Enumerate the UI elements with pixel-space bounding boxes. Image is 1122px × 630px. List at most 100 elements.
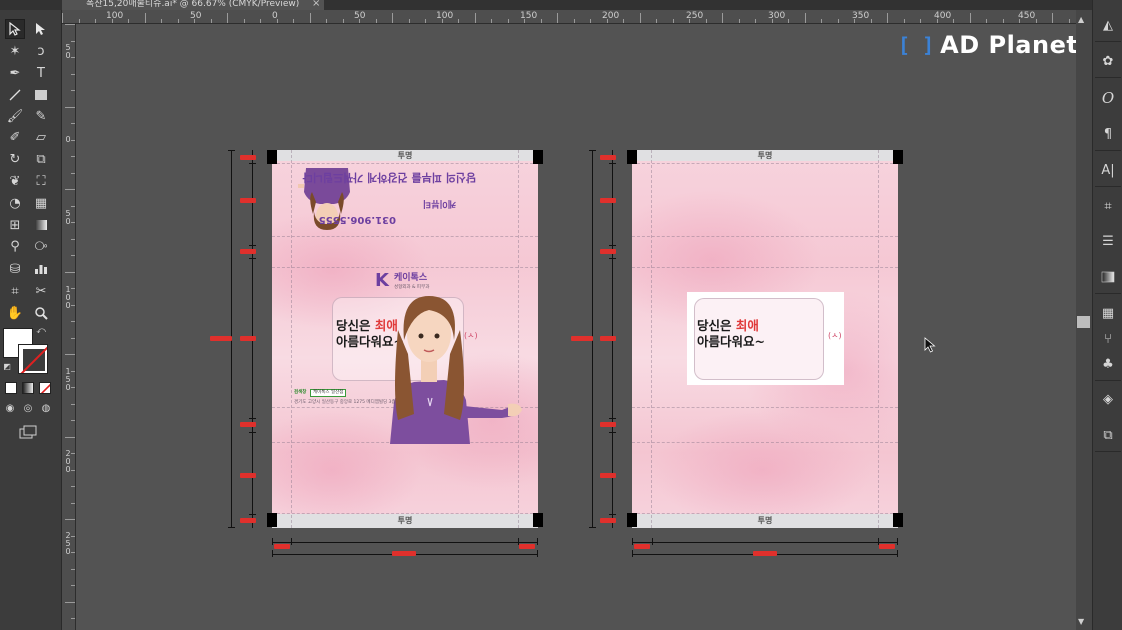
ad-planet-logo: [ ] AD Planet	[898, 31, 1078, 59]
dimension-tick	[609, 418, 616, 419]
ruler-tick	[491, 19, 492, 23]
layers-icon[interactable]: ◈	[1098, 389, 1118, 409]
scrollbar-thumb[interactable]	[1077, 316, 1090, 328]
transform-icon[interactable]: ⌗	[1098, 196, 1118, 216]
scale-tool-icon[interactable]: ⧉	[31, 149, 51, 169]
zoom-tool-icon[interactable]	[31, 303, 51, 323]
opentype-icon[interactable]: O	[1098, 88, 1118, 108]
artboard-tool-icon[interactable]: ⌗	[5, 281, 25, 301]
ruler-tick	[71, 404, 75, 405]
scroll-down-icon[interactable]: ▼	[1078, 618, 1084, 626]
guide-line	[632, 407, 898, 408]
align-icon[interactable]: ☰	[1098, 231, 1118, 251]
ruler-tick	[112, 19, 113, 23]
ruler-tick	[1003, 19, 1004, 23]
warp-tool-icon[interactable]: ❦	[5, 171, 25, 191]
ruler-tick	[65, 354, 75, 355]
ruler-tick	[95, 19, 96, 23]
pen-tool-icon[interactable]: ✒	[5, 63, 25, 83]
ruler-tick	[277, 19, 278, 23]
artboard-back[interactable]: 투명 투명 당신은 최애 아름다워요~ (ㅅ)	[632, 150, 898, 528]
selection-tool-icon[interactable]	[5, 19, 25, 39]
line-tool-icon[interactable]	[5, 85, 25, 105]
vertical-ruler[interactable]: 5 0 0 5 0 1 0 0 1 5 0 2 0 0 2 5 0	[62, 24, 76, 630]
color-mode-icon[interactable]	[5, 382, 17, 394]
type-tool-icon[interactable]: T	[31, 63, 51, 83]
brushes-icon[interactable]: ⑂	[1098, 329, 1118, 349]
draw-normal-icon[interactable]: ◉	[3, 402, 17, 416]
artboards-icon[interactable]: ⧉	[1098, 425, 1118, 445]
artboard-front[interactable]: 투명 투명 당신의 피부를 건강하게 가꿔드립니다 031.906.5555 케…	[272, 150, 538, 528]
eraser-tool-icon[interactable]: ▱	[31, 127, 51, 147]
vertical-scrollbar[interactable]: ▲ ▼	[1076, 10, 1092, 630]
paintbrush-tool-icon[interactable]: 🖌	[5, 106, 25, 126]
ruler-tick	[71, 206, 75, 207]
hand-tool-icon[interactable]: ✋	[5, 303, 25, 323]
swatches-icon[interactable]: ▦	[1098, 303, 1118, 323]
scroll-up-icon[interactable]: ▲	[1078, 16, 1084, 24]
column-graph-tool-icon[interactable]	[31, 259, 51, 279]
draw-inside-icon[interactable]: ◍	[39, 402, 53, 416]
logo-text: AD Planet	[940, 31, 1079, 59]
blend-tool-icon[interactable]: ⧂	[31, 236, 51, 256]
close-tab-icon[interactable]: ×	[312, 0, 320, 9]
gradient-icon[interactable]	[1098, 267, 1118, 287]
direct-selection-tool-icon[interactable]	[31, 19, 51, 39]
ruler-tick	[722, 13, 723, 23]
ruler-tick	[310, 13, 311, 23]
free-transform-tool-icon[interactable]: ⛶	[31, 171, 51, 191]
slice-tool-icon[interactable]: ✂	[31, 281, 51, 301]
perspective-grid-tool-icon[interactable]: ▦	[31, 193, 51, 213]
pencil-tool-icon[interactable]: ✎	[31, 106, 51, 126]
paragraph-icon[interactable]: ¶	[1098, 124, 1118, 144]
eyedropper-tool-icon[interactable]: ⚲	[5, 236, 25, 256]
mesh-tool-icon[interactable]: ⊞	[5, 215, 25, 235]
magic-wand-tool-icon[interactable]: ✶	[5, 41, 25, 61]
dimension-tick	[249, 432, 256, 433]
gradient-mode-icon[interactable]	[22, 382, 34, 394]
ruler-tick	[71, 222, 75, 223]
color-palette-icon[interactable]: ✿	[1098, 51, 1118, 71]
ruler-tick	[71, 503, 75, 504]
ruler-tick	[376, 19, 377, 23]
guide-line	[632, 442, 898, 443]
none-mode-icon[interactable]	[39, 382, 51, 394]
document-tab[interactable]: 폭찬15,20매물티슈.ai* @ 66.67% (CMYK/Preview)	[62, 0, 324, 10]
dimension-tick	[589, 527, 596, 528]
dimension-tick	[249, 258, 256, 259]
slogan-line-2: 아름다워요~	[697, 334, 765, 349]
symbols-icon[interactable]: ♣	[1098, 354, 1118, 374]
tools-panel: ✶ ↄ ✒ T 🖌 ✎ ✐ ▱ ↻ ⧉ ❦ ⛶ ◔ ▦ ⊞ ⚲ ⧂ ⛁ ⌗ ✂ …	[0, 10, 62, 630]
dimension-marker	[519, 544, 535, 549]
slogan-text: 당신은	[697, 318, 736, 333]
screen-mode-icon[interactable]	[17, 424, 39, 440]
symbol-sprayer-tool-icon[interactable]: ⛁	[5, 259, 25, 279]
horizontal-ruler[interactable]: 100 50 0 50 100 150 200 250 300 350 400 …	[62, 10, 1092, 24]
ruler-tick	[409, 19, 410, 23]
ruler-tick	[541, 19, 542, 23]
ruler-tick	[904, 19, 905, 23]
swap-colors-icon[interactable]: ⤺	[36, 326, 46, 336]
guide-line	[272, 236, 538, 237]
blob-brush-tool-icon[interactable]: ✐	[5, 127, 25, 147]
ruler-label: 1 0 0	[65, 285, 71, 310]
color-guide-icon[interactable]: ◭	[1098, 15, 1118, 35]
ruler-tick	[71, 585, 75, 586]
gradient-tool-icon[interactable]	[31, 215, 51, 235]
dimension-tick	[537, 550, 538, 557]
ruler-tick	[475, 13, 476, 23]
dimension-tick	[609, 514, 616, 515]
ruler-tick	[1052, 13, 1053, 23]
character-icon[interactable]: A|	[1098, 160, 1118, 180]
ruler-label: 200	[602, 11, 620, 21]
ruler-tick	[71, 453, 75, 454]
rotate-tool-icon[interactable]: ↻	[5, 149, 25, 169]
draw-behind-icon[interactable]: ◎	[21, 402, 35, 416]
stroke-color-swatch[interactable]	[18, 344, 48, 374]
rectangle-tool-icon[interactable]	[31, 85, 51, 105]
ruler-tick	[71, 156, 75, 157]
ruler-label: 450	[1018, 11, 1036, 21]
lasso-tool-icon[interactable]: ↄ	[31, 41, 51, 61]
default-colors-icon[interactable]: ◩	[2, 362, 12, 372]
shape-builder-tool-icon[interactable]: ◔	[5, 193, 25, 213]
